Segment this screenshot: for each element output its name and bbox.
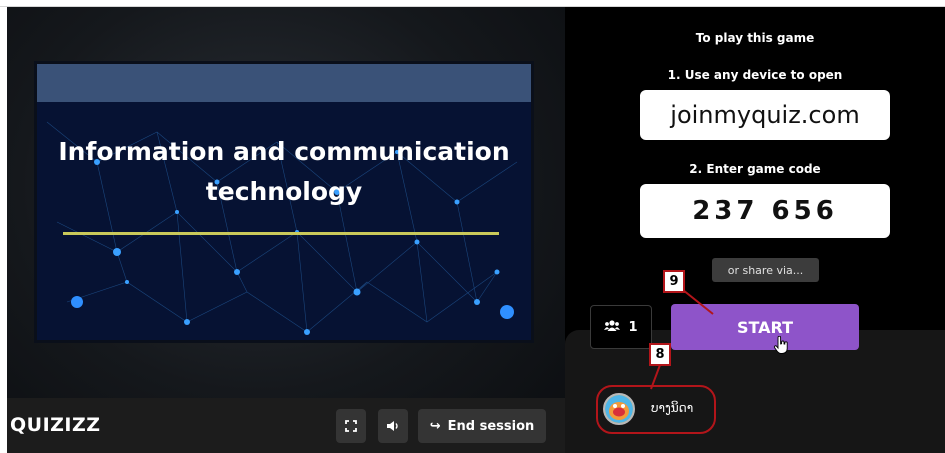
player-count-button[interactable]: 1 [590,305,652,349]
hand-cursor-icon [773,336,788,354]
slide-title: Information and communication technology [37,132,531,212]
logout-icon: ↪ [429,418,441,434]
slide-underline [63,232,499,235]
slide-title-line-1: Information and communication [58,137,510,166]
player-count: 1 [628,319,638,335]
end-session-button[interactable]: ↪ End session [418,409,546,443]
annotation-marker-8: 8 [649,343,671,366]
users-icon [604,320,621,334]
end-session-label: End session [447,418,535,434]
fullscreen-icon [345,420,357,432]
volume-button[interactable] [378,409,408,443]
player-name: ບາງນິດາ [651,401,694,415]
browser-top-edge [0,0,945,7]
volume-icon [387,421,398,431]
slide-header-band [37,64,531,102]
fullscreen-button[interactable] [336,409,366,443]
join-url: joinmyquiz.com [640,90,890,140]
game-code: 237 656 [640,184,890,238]
player-avatar [603,393,635,425]
slide-title-line-2: technology [205,177,363,206]
slide-preview: Information and communication technology [37,64,531,340]
quizizz-logo: QUIZIZZ [10,414,101,436]
start-button[interactable]: START [671,304,859,350]
step1-label: 1. Use any device to open [667,68,843,82]
step2-label: 2. Enter game code [689,162,821,176]
annotation-marker-9: 9 [663,270,685,293]
share-via-button[interactable]: or share via... [712,258,819,282]
join-heading: To play this game [695,31,815,45]
